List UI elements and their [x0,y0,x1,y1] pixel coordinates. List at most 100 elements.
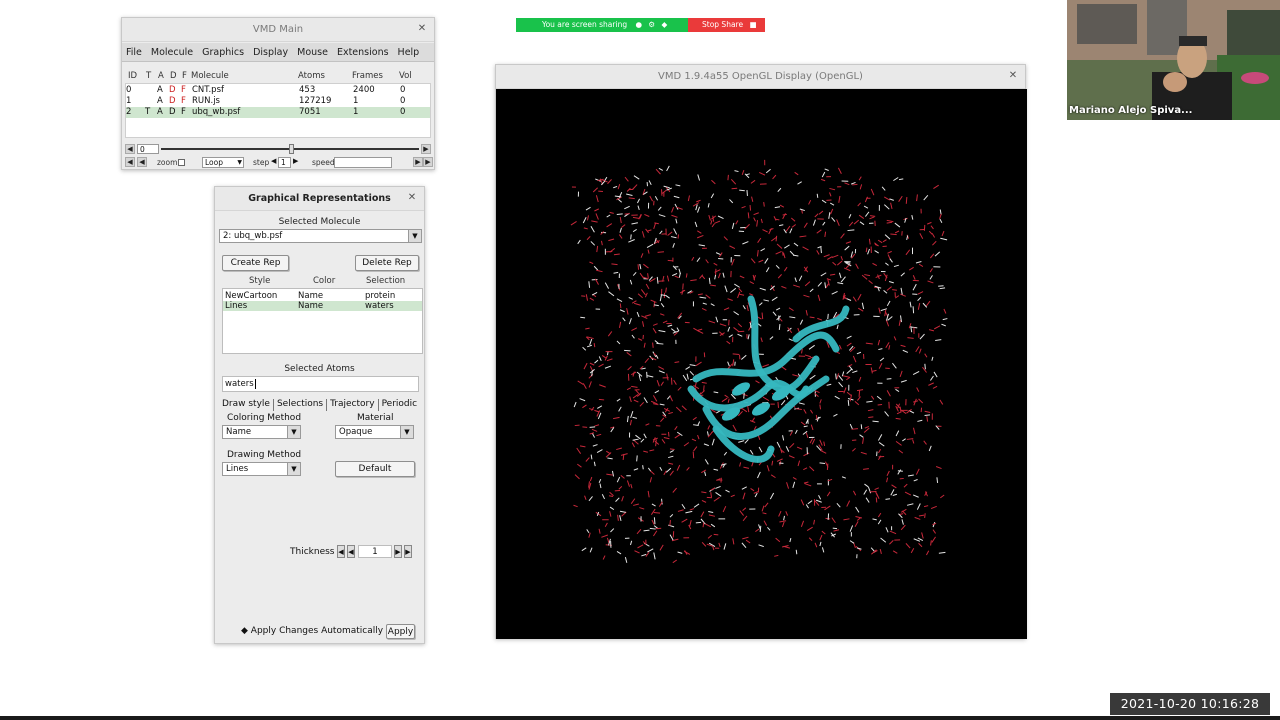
stop-share-label: Stop Share [702,20,744,29]
col-selection: Selection [366,276,406,286]
mol-name: RUN.js [192,96,220,106]
default-button[interactable]: Default [335,461,415,477]
chevron-down-icon: ▼ [287,463,300,475]
tab-selections[interactable]: Selections [274,399,328,411]
material-select[interactable]: Opaque ▼ [335,425,414,439]
step-back-icon[interactable]: ◀ [125,157,135,167]
molecule-viewport[interactable] [496,89,1027,639]
close-icon[interactable]: ✕ [1007,70,1019,82]
mol-drawn-toggle[interactable]: D [169,85,176,95]
chevron-down-icon: ▼ [237,159,242,166]
mol-name: ubq_wb.psf [192,107,241,117]
chevron-down-icon: ▼ [408,230,421,242]
mol-fixed-toggle[interactable]: F [181,85,186,95]
rep-row-selected[interactable]: Lines Name waters [223,301,422,311]
step-decrement-icon[interactable]: ◀ [271,157,277,168]
menu-file[interactable]: File [126,43,147,61]
rep-color: Name [298,301,324,311]
screen-share-bar: You are screen sharing ● ⚙ ◆ Stop Share … [516,18,765,32]
delete-rep-button[interactable]: Delete Rep [355,255,419,271]
stop-share-button[interactable]: Stop Share ■ [688,18,765,32]
thickness-decrement-icon[interactable]: ◀ [347,545,355,558]
menu-mouse[interactable]: Mouse [293,43,333,61]
thickness-min-icon[interactable]: ◀ [337,545,345,558]
drawing-method-select[interactable]: Lines ▼ [222,462,301,476]
diamond-icon: ◆ [241,626,248,636]
rep-row[interactable]: NewCartoon Name protein [223,291,422,301]
menu-help[interactable]: Help [394,43,425,61]
molecule-row[interactable]: 0 A D F CNT.psf 453 2400 0 [126,85,430,96]
col-color: Color [313,276,336,286]
vmd-main-titlebar[interactable]: VMD Main ✕ [122,18,434,42]
zoom-checkbox[interactable] [178,159,185,166]
col-atoms: Atoms [298,71,325,81]
forward-end-icon[interactable]: ▶ [421,144,431,154]
frame-slider-handle[interactable] [289,144,294,154]
thickness-label: Thickness [290,547,335,557]
tab-trajectory[interactable]: Trajectory [327,399,379,411]
opengl-titlebar[interactable]: VMD 1.9.4a55 OpenGL Display (OpenGL) ✕ [496,65,1025,89]
thickness-max-icon[interactable]: ▶ [404,545,412,558]
mol-fixed-toggle[interactable]: F [181,107,186,117]
stop-icon: ■ [749,20,757,29]
menu-molecule[interactable]: Molecule [147,43,198,61]
thickness-increment-icon[interactable]: ▶ [394,545,402,558]
speed-label: speed [312,158,335,167]
step-forward-icon[interactable]: ▶ [413,157,423,167]
selected-molecule-label: Selected Molecule [278,217,361,227]
mol-id: 2 [126,107,132,117]
rep-table[interactable]: NewCartoon Name protein Lines Name water… [222,288,423,354]
menu-graphics[interactable]: Graphics [198,43,249,61]
webcam-video: Mariano Alejo Spiva... [1067,0,1280,120]
mic-icon[interactable]: ● [635,20,642,29]
mol-atoms: 127219 [299,96,332,106]
close-icon[interactable]: ✕ [416,23,428,35]
mol-active-toggle[interactable]: A [157,107,163,117]
coloring-method-select[interactable]: Name ▼ [222,425,301,439]
molecule-render [570,159,948,564]
mol-drawn-toggle[interactable]: D [169,107,176,117]
graphical-reps-titlebar[interactable]: Graphical Representations ✕ [215,187,424,211]
step-increment-icon[interactable]: ▶ [293,157,299,168]
create-rep-button[interactable]: Create Rep [222,255,289,271]
rewind-start-icon[interactable]: ◀ [125,144,135,154]
selected-atoms-input[interactable]: waters [222,376,419,392]
apply-automatically-toggle[interactable]: ◆ Apply Changes Automatically [241,626,383,636]
col-id: ID [128,71,138,81]
mol-active-toggle[interactable]: A [157,96,163,106]
shield-icon[interactable]: ◆ [662,20,668,29]
molecule-row[interactable]: 1 A D F RUN.js 127219 1 0 [126,96,430,107]
close-icon[interactable]: ✕ [406,192,418,204]
graphical-reps-title: Graphical Representations [248,193,391,204]
thickness-input[interactable]: 1 [358,545,392,558]
selected-molecule-select[interactable]: 2: ubq_wb.psf ▼ [219,229,422,243]
molecule-list-header: ID T A D F Molecule Atoms Frames Vol [125,71,431,83]
tab-periodic[interactable]: Periodic [379,399,421,411]
step-input[interactable]: 1 [278,157,291,168]
col-t: T [146,71,152,81]
chevron-down-icon: ▼ [400,426,413,438]
speed-slider[interactable] [334,157,392,168]
mol-active-toggle[interactable]: A [157,85,163,95]
opengl-title: VMD 1.9.4a55 OpenGL Display (OpenGL) [658,71,863,82]
material-value: Opaque [339,427,373,437]
mol-top-toggle[interactable]: T [145,107,150,117]
participant-name: Mariano Alejo Spiva... [1069,105,1193,116]
settings-icon[interactable]: ⚙ [648,20,655,29]
play-reverse-icon[interactable]: ◀ [137,157,147,167]
mol-drawn-toggle[interactable]: D [169,96,176,106]
col-vol: Vol [399,71,412,81]
loop-select[interactable]: Loop ▼ [202,157,244,168]
col-a: A [158,71,164,81]
rep-table-header: Style Color Selection [222,276,423,287]
molecule-list[interactable]: 0 A D F CNT.psf 453 2400 0 1 A D F RUN.j… [125,83,431,138]
mol-fixed-toggle[interactable]: F [181,96,186,106]
frame-input[interactable]: 0 [137,144,159,154]
play-forward-icon[interactable]: ▶ [423,157,433,167]
menu-display[interactable]: Display [249,43,293,61]
tab-draw-style[interactable]: Draw style [219,399,274,411]
apply-button[interactable]: Apply [386,624,415,639]
menu-extensions[interactable]: Extensions [333,43,394,61]
selected-molecule-value: 2: ubq_wb.psf [223,231,283,241]
molecule-row-selected[interactable]: 2 T A D F ubq_wb.psf 7051 1 0 [126,107,430,118]
